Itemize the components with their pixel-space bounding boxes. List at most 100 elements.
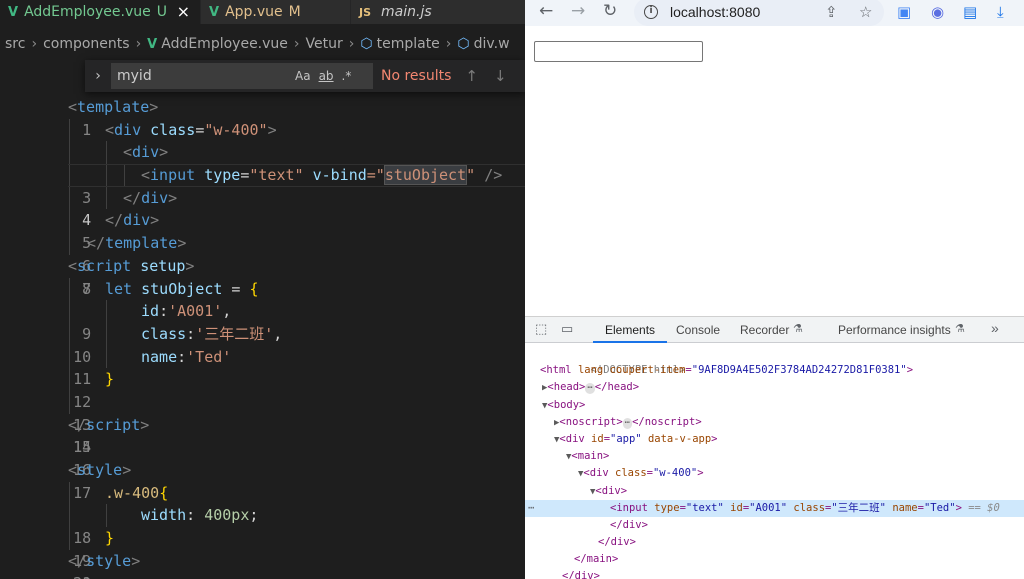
token: setup [140,256,186,275]
dom-node[interactable]: ▼<div id="app" data-v-app> [525,431,1024,448]
token: script [77,256,132,275]
token: class [141,324,187,343]
code-editor[interactable]: 1 <template> 2 <div class="w-400"> 3 <di… [0,96,525,579]
tag-name: head [553,381,580,394]
address-bar[interactable]: i localhost:8080 [634,0,884,26]
vscode-window: V AddEmployee.vue U × V App.vue M JS mai… [0,0,525,579]
token: " [466,166,476,185]
code-line: 19 width: 400px; [0,504,525,570]
tab-console[interactable]: Console [676,323,720,337]
extension-icon[interactable]: ◉ [931,3,944,21]
code-line: 21 </style> [0,550,525,579]
collapsed-dots[interactable]: ⋯ [622,417,633,429]
tag-name: main [586,553,612,566]
dom-node-selected[interactable]: ⋯ <input type="text" id="A001" class="三年二… [525,499,1024,517]
extension-icon[interactable]: ▤ [963,3,977,21]
device-toolbar-icon[interactable]: ▭ [561,321,573,337]
download-icon[interactable]: ⤓ [997,3,1004,21]
tab-performance-insights[interactable]: Performance insights [838,323,951,337]
reload-icon[interactable]: ↻ [603,1,617,21]
chevron-right-icon: › [135,36,142,52]
token: v-bind [312,166,367,185]
more-options-icon[interactable]: ⋯ [528,500,534,517]
info-icon[interactable]: i [644,5,658,19]
browser-window: ← → ↻ i localhost:8080 ⇪ ☆ ▣ ◉ ▤ ⤓ ⬚ ▭ E… [525,0,1024,579]
attr-value: "Ted" [923,501,956,514]
breadcrumb-item[interactable]: AddEmployee.vue [161,36,288,52]
selected-text: stuObject [383,165,468,186]
dom-node[interactable]: ▶<noscript> ⋯ </noscript> [525,414,1024,431]
token: template [77,98,150,116]
token: type [204,166,241,185]
dom-node[interactable]: </div> [525,568,1024,579]
breadcrumb-item[interactable]: src [5,36,25,52]
js-icon: JS [359,5,372,19]
dom-node[interactable]: </div> [525,517,1024,534]
code-line: 13 } [0,368,525,434]
arrow-up-icon[interactable]: ↑ [465,67,478,85]
flask-icon: ⚗ [955,323,965,335]
code-line: 3 <div> [0,141,525,207]
share-icon[interactable]: ⇪ [825,3,838,21]
token: script [86,415,141,434]
more-tabs-icon[interactable]: » [991,320,999,336]
chevron-right-icon: › [293,36,300,52]
find-widget: › Aa ab .* No results ↑ ↓ [85,60,525,92]
dom-node[interactable]: ▼<div class="w-400"> [525,465,1024,482]
translate-icon[interactable]: ▣ [897,3,911,21]
breadcrumb-item[interactable]: components [43,36,130,52]
token: 'A001' [168,302,223,321]
token: "w-400" [204,120,268,139]
token: div [123,211,151,230]
forward-icon[interactable]: → [571,1,585,21]
dom-node[interactable]: ▼<div> [525,483,1024,500]
editor-tab-bar: V AddEmployee.vue U × V App.vue M JS mai… [0,0,525,24]
collapsed-dots[interactable]: ⋯ [585,383,595,395]
arrow-down-icon[interactable]: ↓ [494,67,507,85]
chevron-right-icon: › [31,36,38,52]
match-whole-word-icon[interactable]: ab [319,69,334,83]
line-number: 21 [54,572,91,579]
match-case-icon[interactable]: Aa [295,69,311,83]
vue-icon: V [209,4,220,20]
close-icon[interactable]: × [177,2,190,21]
dom-node[interactable]: </div> [525,534,1024,551]
dom-node[interactable]: ▼<body> [525,397,1024,414]
tab-app-vue[interactable]: V App.vue M [200,0,350,24]
dom-node[interactable]: ▼<main> [525,448,1024,465]
dom-node[interactable]: <html lang coupert-item="9AF8D9A4E502F37… [525,362,1024,379]
dom-tree[interactable]: <!DOCTYPE html> <html lang coupert-item=… [525,345,1024,579]
vue-icon: V [8,4,19,20]
attr-value: "三年二班" [831,501,886,514]
breadcrumb-item[interactable]: template [377,36,440,52]
attr-value: "9AF8D9A4E502F3784AD24272D81F0381" [691,364,907,377]
dom-node[interactable]: </main> [525,551,1024,568]
dom-node[interactable]: <!DOCTYPE html> [525,345,1024,376]
token: "text" [249,166,304,185]
devtools-panel: ⬚ ▭ Elements Console Recorder ⚗ Performa… [525,316,1024,579]
dom-node[interactable]: ▶<head> ⋯ </head> [525,379,1024,396]
token: .w-400 [105,483,160,502]
toggle-replace-icon[interactable]: › [85,68,111,84]
code-line: 12 name:'Ted' [0,345,525,411]
code-line: 1 <template> [0,96,525,139]
breadcrumb: src › components › V AddEmployee.vue › V… [0,34,525,54]
bookmark-star-icon[interactable]: ☆ [859,3,872,21]
back-icon[interactable]: ← [539,1,553,21]
regex-icon[interactable]: .* [342,69,352,83]
url-text: localhost:8080 [670,4,761,20]
breadcrumb-item[interactable]: Vetur [306,36,343,52]
tab-main-js[interactable]: JS main.js [350,0,525,24]
code-line: 6 </div> [0,209,525,275]
tab-addemployee-vue[interactable]: V AddEmployee.vue U × [0,0,200,24]
tab-elements[interactable]: Elements [605,323,655,337]
code-line: 20 } [0,527,525,579]
breadcrumb-item[interactable]: div.w [474,36,510,52]
inspect-element-icon[interactable]: ⬚ [535,321,547,337]
tab-recorder[interactable]: Recorder [740,323,789,337]
find-input[interactable] [117,68,287,84]
browser-toolbar: ← → ↻ i localhost:8080 ⇪ ☆ ▣ ◉ ▤ ⤓ [525,0,1024,26]
attr-value: "text" [685,501,724,514]
token: name [141,347,178,366]
text-input[interactable] [534,41,703,62]
